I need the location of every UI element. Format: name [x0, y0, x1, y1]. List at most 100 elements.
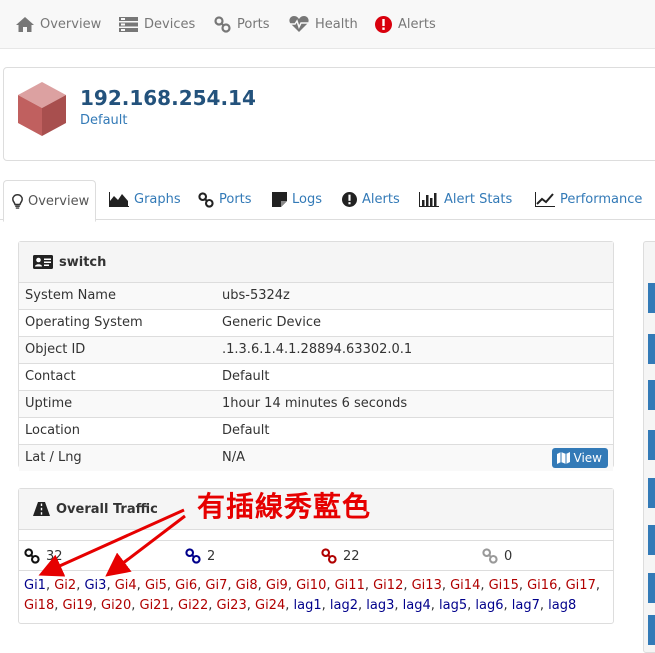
home-icon: [16, 16, 34, 32]
link-down-icon: [321, 548, 337, 564]
area-chart-icon: [109, 192, 129, 207]
link-up-icon: [185, 548, 201, 564]
tab-overview[interactable]: Overview: [3, 180, 97, 222]
traffic-divider: [18, 570, 614, 571]
right-panel-item[interactable]: [648, 334, 655, 364]
right-panel-item[interactable]: [648, 573, 655, 603]
port-separator: ,: [92, 598, 101, 613]
port-link[interactable]: Gi5: [145, 578, 167, 593]
port-link[interactable]: Gi3: [84, 578, 106, 593]
tab-logs[interactable]: Logs: [272, 180, 322, 219]
device-cube-icon: [18, 82, 66, 136]
right-panel-item[interactable]: [648, 283, 655, 313]
port-link[interactable]: Gi7: [205, 578, 227, 593]
bar-chart-icon: [419, 192, 439, 207]
nav-health[interactable]: Health: [289, 0, 358, 48]
right-panel-item[interactable]: [648, 430, 655, 460]
right-panel-item[interactable]: [648, 478, 655, 508]
line-chart-icon: [535, 192, 555, 207]
port-link[interactable]: lag5: [439, 598, 467, 613]
port-link[interactable]: Gi13: [412, 578, 442, 593]
port-link[interactable]: Gi6: [175, 578, 197, 593]
stat-down-ports[interactable]: 22: [321, 548, 360, 564]
port-link[interactable]: lag2: [330, 598, 358, 613]
port-link[interactable]: Gi8: [236, 578, 258, 593]
heartbeat-icon: [289, 16, 309, 32]
info-value: ubs-5324z: [222, 288, 290, 303]
nav-overview-label: Overview: [40, 16, 102, 32]
right-panel-item[interactable]: [648, 525, 655, 555]
port-separator: ,: [364, 578, 374, 593]
info-row-contact: Contact Default: [19, 363, 613, 390]
info-label: Location: [25, 423, 80, 438]
stat-total-ports[interactable]: 32: [24, 548, 63, 564]
nav-ports-label: Ports: [237, 16, 270, 32]
port-link[interactable]: Gi11: [335, 578, 365, 593]
port-link[interactable]: Gi2: [54, 578, 76, 593]
device-group-link[interactable]: Default: [80, 113, 128, 128]
port-link[interactable]: Gi15: [489, 578, 519, 593]
port-link[interactable]: Gi1: [24, 578, 46, 593]
right-panel-item[interactable]: [648, 615, 655, 645]
port-separator: ,: [595, 578, 600, 593]
tab-performance-label: Performance: [560, 192, 643, 207]
top-navbar: Overview Devices Ports Health Alerts: [0, 0, 655, 49]
port-separator: ,: [106, 578, 115, 593]
alert-circle-icon: [342, 192, 357, 207]
port-link[interactable]: Gi10: [296, 578, 326, 593]
port-link[interactable]: Gi18: [24, 598, 54, 613]
alert-circle-icon: [375, 15, 392, 33]
tab-graphs[interactable]: Graphs: [109, 180, 181, 219]
tab-alert-stats[interactable]: Alert Stats: [419, 180, 512, 219]
port-link[interactable]: lag3: [366, 598, 394, 613]
info-label: System Name: [25, 288, 116, 303]
port-separator: ,: [287, 578, 297, 593]
nav-ports[interactable]: Ports: [214, 0, 270, 48]
port-link[interactable]: Gi14: [450, 578, 480, 593]
port-link[interactable]: Gi16: [527, 578, 557, 593]
tab-performance[interactable]: Performance: [535, 180, 642, 219]
device-ip[interactable]: 192.168.254.14: [80, 86, 256, 110]
port-link[interactable]: lag8: [548, 598, 576, 613]
port-link[interactable]: Gi19: [63, 598, 93, 613]
nav-overview[interactable]: Overview: [16, 0, 101, 48]
switch-panel-heading: switch: [19, 242, 613, 283]
port-separator: ,: [394, 598, 403, 613]
port-link[interactable]: Gi12: [373, 578, 403, 593]
port-list-line-2: Gi18, Gi19, Gi20, Gi21, Gi22, Gi23, Gi24…: [24, 598, 576, 613]
port-link[interactable]: lag4: [403, 598, 431, 613]
annotation-text: 有插線秀藍色: [197, 490, 372, 523]
tab-alerts[interactable]: Alerts: [342, 180, 400, 219]
info-value: .1.3.6.1.4.1.28894.63302.0.1: [222, 342, 413, 357]
tab-alert-stats-label: Alert Stats: [444, 192, 513, 207]
info-row-object-id: Object ID .1.3.6.1.4.1.28894.63302.0.1: [19, 336, 613, 363]
stat-disabled-ports[interactable]: 0: [482, 548, 512, 564]
port-separator: ,: [357, 598, 367, 613]
port-link[interactable]: lag7: [512, 598, 540, 613]
port-link[interactable]: Gi21: [140, 598, 170, 613]
port-link[interactable]: Gi4: [115, 578, 137, 593]
server-icon: [119, 16, 138, 32]
nav-health-label: Health: [315, 16, 358, 32]
link-disabled-icon: [482, 548, 498, 564]
port-link[interactable]: Gi20: [101, 598, 131, 613]
port-link[interactable]: lag1: [294, 598, 322, 613]
port-link[interactable]: Gi17: [566, 578, 596, 593]
nav-alerts[interactable]: Alerts: [375, 0, 436, 48]
nav-devices[interactable]: Devices: [119, 0, 195, 48]
tab-graphs-label: Graphs: [134, 192, 181, 207]
info-value: 1hour 14 minutes 6 seconds: [222, 396, 408, 411]
switch-info-table: System Name ubs-5324z Operating System G…: [19, 283, 613, 471]
tab-ports[interactable]: Ports: [198, 180, 252, 219]
port-link[interactable]: Gi23: [217, 598, 247, 613]
info-value: N/A: [222, 450, 245, 465]
port-link[interactable]: Gi9: [266, 578, 288, 593]
right-panel-item[interactable]: [648, 380, 655, 410]
port-link[interactable]: Gi24: [255, 598, 285, 613]
info-row-location: Location Default: [19, 417, 613, 444]
port-separator: ,: [518, 578, 528, 593]
stat-up-ports[interactable]: 2: [185, 548, 215, 564]
map-view-button[interactable]: View: [551, 448, 608, 468]
port-link[interactable]: Gi22: [178, 598, 208, 613]
port-link[interactable]: lag6: [475, 598, 503, 613]
